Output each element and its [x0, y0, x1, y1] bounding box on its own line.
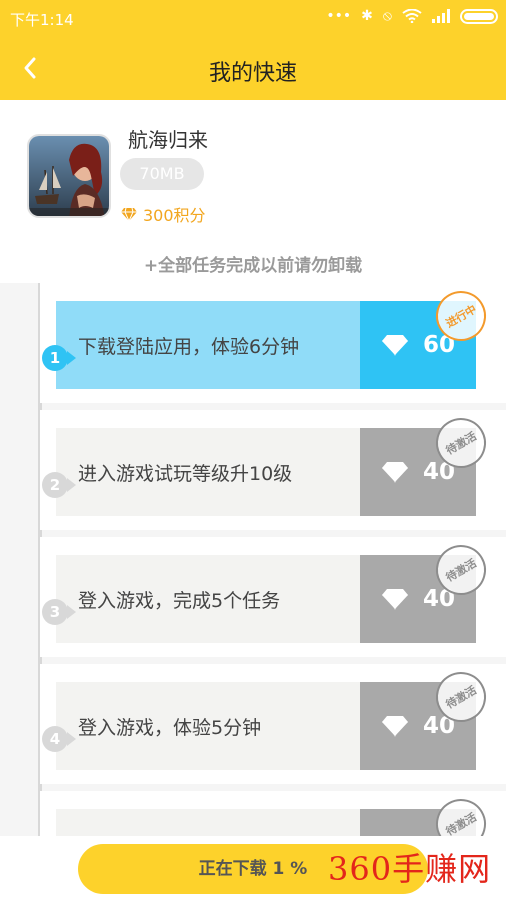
diamond-icon — [381, 334, 408, 356]
uninstall-warning: +全部任务完成以前请勿卸载 — [143, 256, 363, 276]
task-title: 登入游戏，完成5个任务 — [56, 555, 360, 643]
page-title: 我的快速 — [208, 61, 297, 86]
task-item[interactable]: 下载登陆应用，体验6分钟 60 1 进行中 — [40, 283, 506, 403]
app-size-badge: 70MB — [120, 158, 204, 190]
task-card[interactable]: 下载登陆应用，体验6分钟 60 1 — [42, 301, 482, 389]
task-card[interactable]: 登入游戏，体验5分钟 40 4 — [42, 682, 482, 770]
task-item[interactable]: 进入游戏试玩等级升10级 40 2 待激活 — [40, 408, 506, 530]
task-status-stamp: 待激活 — [426, 789, 496, 836]
task-item[interactable]: 登入游戏，体验5分钟 40 4 待激活 — [40, 662, 506, 784]
task-title — [56, 809, 360, 836]
task-title: 登入游戏，体验5分钟 — [56, 682, 360, 770]
step-number-badge: 4 — [42, 726, 76, 752]
diamond-icon — [121, 207, 137, 222]
task-item[interactable]: 待激活 — [40, 789, 506, 836]
watermark: 360手赚网 — [328, 850, 492, 888]
title-bar: 我的快速 — [0, 36, 506, 100]
diamond-icon — [381, 715, 408, 737]
status-icons: ••• ✱ ⦸ — [326, 8, 498, 24]
step-number-badge: 3 — [42, 599, 76, 625]
task-card[interactable]: 进入游戏试玩等级升10级 40 2 — [42, 428, 482, 516]
task-card[interactable] — [56, 809, 482, 836]
task-list: 下载登陆应用，体验6分钟 60 1 进行中 进入游戏试玩等级升10级 40 2 … — [0, 283, 506, 836]
wifi-icon — [402, 9, 422, 23]
bluetooth-icon: ✱ — [361, 8, 373, 24]
task-item[interactable]: 登入游戏，完成5个任务 40 3 待激活 — [40, 535, 506, 657]
mute-icon: ⦸ — [382, 8, 392, 24]
task-title: 下载登陆应用，体验6分钟 — [56, 301, 360, 389]
more-dots-icon: ••• — [326, 8, 352, 24]
app-points-text: 300积分 — [143, 206, 206, 225]
signal-icon — [432, 9, 450, 23]
status-bar: 下午1:14 ••• ✱ ⦸ — [0, 0, 506, 36]
app-points: 300积分 — [120, 202, 206, 226]
task-title: 进入游戏试玩等级升10级 — [56, 428, 360, 516]
app-header: 下午1:14 ••• ✱ ⦸ 我的快速 — [0, 0, 506, 100]
app-icon — [27, 134, 111, 218]
battery-icon — [460, 8, 498, 24]
diamond-icon — [381, 588, 408, 610]
app-info-section: 航海归来 70MB 300积分 — [0, 100, 506, 240]
app-name: 航海归来 — [128, 128, 208, 152]
step-number-badge: 1 — [42, 345, 76, 371]
step-number-badge: 2 — [42, 472, 76, 498]
diamond-icon — [381, 461, 408, 483]
status-time: 下午1:14 — [10, 11, 74, 29]
task-card[interactable]: 登入游戏，完成5个任务 40 3 — [42, 555, 482, 643]
